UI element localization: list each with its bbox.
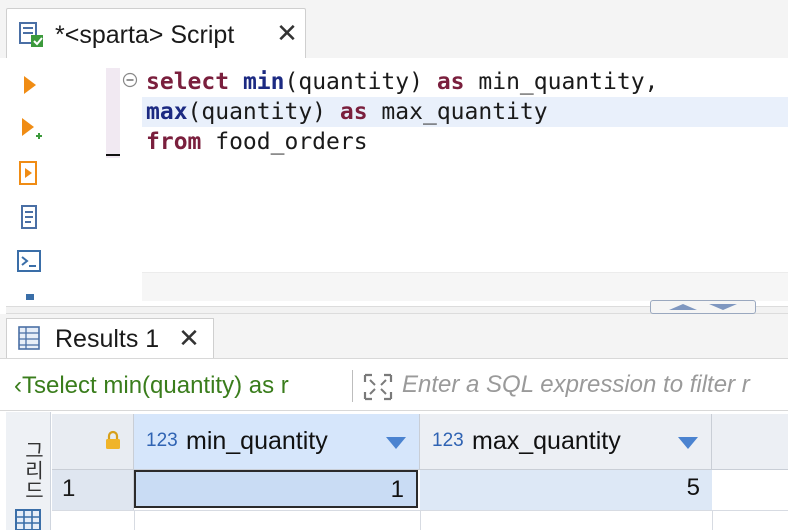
function-name: min bbox=[242, 69, 285, 95]
row-number-cell[interactable]: 1 bbox=[52, 470, 134, 510]
editor-tab[interactable]: *<sparta> Script ✕ bbox=[6, 8, 306, 58]
grid-column-divider bbox=[420, 510, 421, 530]
execute-statement-icon[interactable] bbox=[14, 70, 44, 100]
code-text: (quantity) bbox=[284, 69, 437, 95]
keyword: from bbox=[146, 129, 202, 155]
results-tab[interactable]: Results 1 ✕ bbox=[6, 318, 214, 358]
sort-dropdown-icon[interactable] bbox=[385, 436, 407, 450]
explain-plan-icon[interactable] bbox=[14, 202, 44, 232]
code-text: max_quantity bbox=[367, 99, 548, 125]
code-text: min_quantity, bbox=[464, 69, 659, 95]
grid-view-icon[interactable] bbox=[14, 508, 42, 530]
code-line-3: from food_orders bbox=[146, 127, 368, 157]
filter-separator bbox=[352, 370, 353, 402]
grid-column-divider bbox=[134, 510, 135, 530]
function-name: max bbox=[146, 99, 188, 125]
code-text: food_orders bbox=[201, 129, 368, 155]
editor-horizontal-scrollbar[interactable] bbox=[142, 272, 788, 301]
editor-tab-close-icon[interactable]: ✕ bbox=[273, 19, 301, 47]
results-tab-close-icon[interactable]: ✕ bbox=[175, 324, 203, 352]
expand-filter-icon[interactable] bbox=[362, 372, 394, 402]
empty-header-area bbox=[712, 414, 788, 470]
grid-table-icon bbox=[18, 326, 40, 350]
splitter-handle[interactable] bbox=[650, 300, 756, 314]
more-toolbar-indicator bbox=[26, 294, 34, 300]
query-source-icon: ‹T bbox=[14, 372, 34, 399]
column-header-min-quantity[interactable]: 123 min_quantity bbox=[134, 414, 420, 470]
filter-query-text[interactable]: ‹Tselect min(quantity) as r bbox=[14, 371, 348, 401]
query-text: select min(quantity) as r bbox=[34, 372, 289, 399]
execute-new-tab-icon[interactable] bbox=[14, 114, 44, 144]
editor-side-toolbar bbox=[6, 58, 50, 306]
execute-script-icon[interactable] bbox=[14, 158, 44, 188]
fold-collapse-icon[interactable] bbox=[122, 72, 138, 88]
open-console-icon[interactable] bbox=[14, 246, 44, 276]
editor-tab-title: *<sparta> Script bbox=[55, 21, 235, 49]
table-cell-max-quantity[interactable]: 5 bbox=[420, 470, 712, 510]
column-name: min_quantity bbox=[186, 427, 328, 455]
cell-value: 1 bbox=[390, 476, 404, 503]
code-text: (quantity) bbox=[187, 99, 340, 125]
code-line-2: max(quantity) as max_quantity bbox=[146, 97, 548, 127]
keyword: as bbox=[436, 69, 465, 95]
keyword: select bbox=[146, 69, 230, 95]
editor-ruler bbox=[106, 68, 120, 158]
sort-dropdown-icon[interactable] bbox=[677, 436, 699, 450]
numeric-type-badge: 123 bbox=[432, 430, 464, 451]
results-tab-title: Results 1 bbox=[55, 325, 160, 353]
grid-view-label[interactable]: 그리드 bbox=[14, 440, 43, 500]
lock-icon bbox=[106, 430, 120, 449]
filter-expression-input[interactable] bbox=[402, 368, 788, 402]
cell-value: 5 bbox=[686, 474, 700, 501]
code-line-1: select min(quantity) as min_quantity, bbox=[146, 67, 658, 97]
splitter-arrows-icon bbox=[669, 304, 737, 310]
cursor-marker bbox=[106, 154, 120, 156]
numeric-type-badge: 123 bbox=[146, 430, 178, 451]
column-header-max-quantity[interactable]: 123 max_quantity bbox=[420, 414, 712, 470]
row-number: 1 bbox=[62, 475, 76, 502]
keyword: as bbox=[339, 99, 368, 125]
table-cell-min-quantity[interactable]: 1 bbox=[134, 470, 418, 508]
sql-script-icon bbox=[19, 22, 43, 47]
column-name: max_quantity bbox=[472, 427, 621, 455]
grid-column-divider bbox=[712, 510, 713, 530]
